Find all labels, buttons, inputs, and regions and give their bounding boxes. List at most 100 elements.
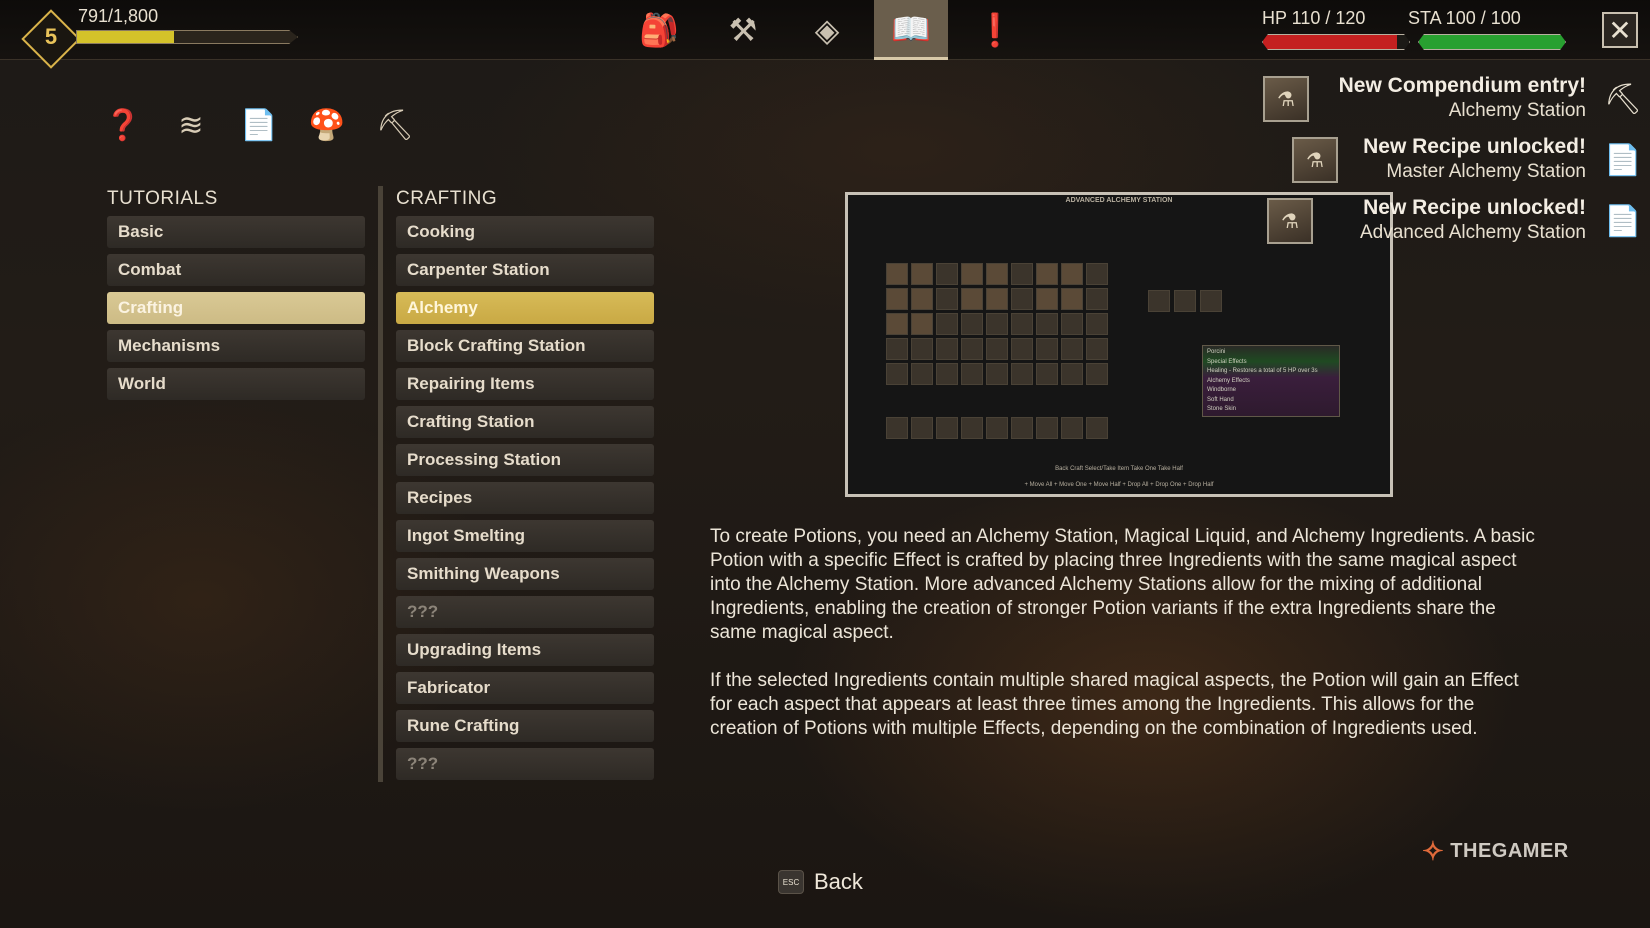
preview-grid-cell (961, 313, 983, 335)
document-icon[interactable]: 📄 (240, 104, 278, 146)
tutorials-item[interactable]: Crafting (107, 292, 365, 324)
preview-grid-cell (886, 338, 908, 360)
crafting-item[interactable]: Repairing Items (396, 368, 654, 400)
back-label: Back (814, 869, 863, 894)
preview-grid-cell (961, 263, 983, 285)
mushroom-icon[interactable]: 🍄 (308, 104, 346, 146)
close-button[interactable]: ✕ (1602, 12, 1638, 48)
top-tab-hammer[interactable]: ⚒ (706, 0, 780, 60)
preview-grid-cell (1061, 288, 1083, 310)
preview-grid-cell (886, 263, 908, 285)
top-tab-backpack[interactable]: 🎒 (622, 0, 696, 60)
hp-bar-fill (1263, 35, 1397, 49)
preview-grid-cell (911, 288, 933, 310)
crafting-item[interactable]: Cooking (396, 216, 654, 248)
preview-grid-cell (961, 288, 983, 310)
tutorials-title: TUTORIALS (107, 188, 218, 209)
book-icon: 📖 (891, 10, 931, 47)
preview-grid-cell (886, 288, 908, 310)
crafting-item[interactable]: Smithing Weapons (396, 558, 654, 590)
notification-subtitle: Alchemy Station (1448, 100, 1586, 121)
preview-hotbar-cell (961, 417, 983, 439)
pickaxe-icon: ⛏ (1604, 83, 1643, 116)
preview-grid-cell (1061, 263, 1083, 285)
tutorial-description: To create Potions, you need an Alchemy S… (710, 525, 1540, 741)
preview-slot (1200, 290, 1222, 312)
sta-bar-fill (1419, 35, 1565, 49)
crafting-item[interactable]: Fabricator (396, 672, 654, 704)
hammer-icon: ⚒ (728, 12, 758, 48)
tutorials-item[interactable]: Combat (107, 254, 365, 286)
list-divider (378, 186, 383, 782)
crafting-item[interactable]: Rune Crafting (396, 710, 654, 742)
watermark-logo-icon: ✧ (1422, 836, 1445, 866)
top-hud: 5 791/1,800 🎒 ⚒ ◈ 📖 ❗ HP 110 / 120 STA 100 /… (0, 0, 1650, 69)
preview-hotbar-cell (886, 417, 908, 439)
crafting-item[interactable]: Recipes (396, 482, 654, 514)
back-button[interactable]: ESC Back (772, 864, 869, 900)
crafting-item[interactable]: Carpenter Station (396, 254, 654, 286)
preview-tooltip: Porcini Special Effects Healing - Restores… (1202, 345, 1340, 417)
preview-grid-cell (986, 363, 1008, 385)
preview-hotbar-cell (936, 417, 958, 439)
preview-tooltip-line: Windborne (1207, 387, 1237, 393)
question-icon[interactable]: ❓ (104, 104, 142, 146)
crafting-item[interactable]: Processing Station (396, 444, 654, 476)
top-tab-exclamation[interactable]: ❗ (958, 0, 1032, 60)
preview-grid-cell (911, 338, 933, 360)
crafting-item[interactable]: Upgrading Items (396, 634, 654, 666)
notification-thumbnail: ⚗ (1292, 137, 1338, 183)
hp-bar (1262, 34, 1410, 50)
pickaxe-icon[interactable]: ⛏ (376, 104, 414, 146)
backpack-icon: 🎒 (639, 12, 679, 48)
notification-thumbnail: ⚗ (1263, 76, 1309, 122)
crafting-item[interactable]: Crafting Station (396, 406, 654, 438)
crafting-item[interactable]: Alchemy (396, 292, 654, 324)
crafting-item[interactable]: ??? (396, 596, 654, 628)
level-number: 5 (44, 24, 58, 49)
crafting-title: CRAFTING (396, 188, 498, 209)
preview-grid-cell (1011, 338, 1033, 360)
top-tab-skill-diamond[interactable]: ◈ (790, 0, 864, 60)
tutorials-item[interactable]: Basic (107, 216, 365, 248)
esc-key-icon: ESC (778, 870, 804, 894)
preview-grid-cell (886, 363, 908, 385)
preview-grid-cell (886, 313, 908, 335)
preview-grid-cell (936, 288, 958, 310)
preview-grid-cell (1086, 288, 1108, 310)
preview-hotbar-cell (1036, 417, 1058, 439)
hp-label: HP 110 / 120 (1262, 8, 1366, 28)
tutorials-list: Basic Combat Crafting Mechanisms World (107, 216, 365, 400)
tutorials-item[interactable]: Mechanisms (107, 330, 365, 362)
skill-diamond-icon: ◈ (814, 12, 840, 48)
notification-subtitle: Advanced Alchemy Station (1359, 222, 1586, 243)
notification-title: New Compendium entry! (1338, 74, 1586, 97)
preview-grid-cell (1011, 313, 1033, 335)
crafting-item[interactable]: ??? (396, 748, 654, 780)
preview-grid-cell (936, 338, 958, 360)
notification: New Recipe unlocked! Master Alchemy Stati… (1363, 135, 1586, 183)
crafting-item[interactable]: Block Crafting Station (396, 330, 654, 362)
preview-grid-cell (1011, 363, 1033, 385)
crafting-item[interactable]: Ingot Smelting (396, 520, 654, 552)
xp-bar-fill (77, 31, 174, 43)
claw-icon[interactable]: ≋ (172, 104, 210, 146)
preview-grid-cell (911, 313, 933, 335)
tutorials-item[interactable]: World (107, 368, 365, 400)
preview-grid-cell (1086, 338, 1108, 360)
preview-tooltip-line: Stone Skin (1207, 406, 1237, 412)
preview-grid-cell (961, 338, 983, 360)
preview-slot (1174, 290, 1196, 312)
top-tab-book[interactable]: 📖 (874, 0, 948, 60)
preview-tooltip-line: Soft Hand (1207, 396, 1234, 403)
xp-bar (76, 30, 298, 44)
preview-hotbar-cell (1061, 417, 1083, 439)
preview-inventory-grid (886, 263, 1108, 385)
preview-hotbar-cell (911, 417, 933, 439)
preview-grid-cell (1061, 338, 1083, 360)
preview-grid-cell (911, 363, 933, 385)
preview-grid-cell (986, 338, 1008, 360)
preview-grid-cell (1061, 313, 1083, 335)
preview-grid-cell (986, 313, 1008, 335)
preview-grid-cell (1086, 263, 1108, 285)
